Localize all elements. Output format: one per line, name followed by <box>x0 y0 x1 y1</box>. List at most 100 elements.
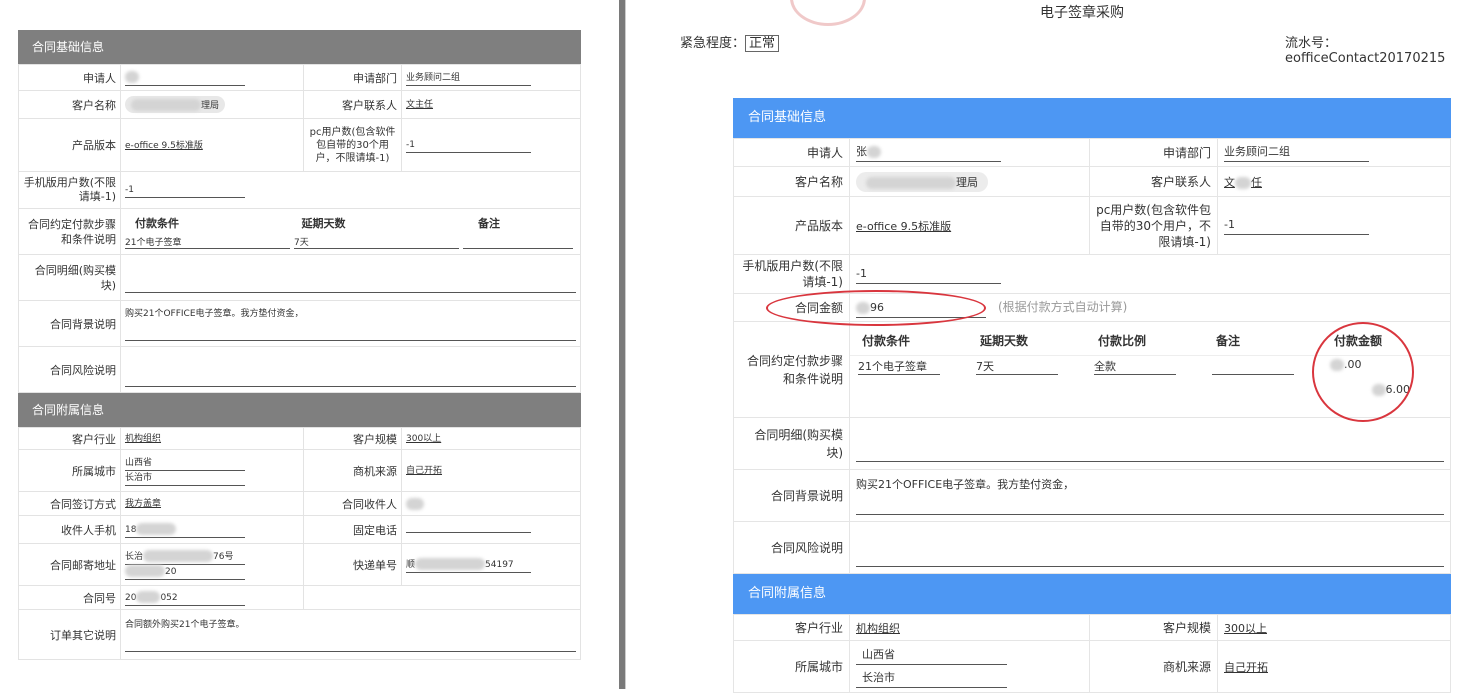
r-applicant-field[interactable]: 张 <box>856 143 1001 162</box>
right-attach-info-header: 合同附属信息 <box>733 574 1451 614</box>
left-attach-info-header: 合同附属信息 <box>18 393 581 427</box>
r-version-label: 产品版本 <box>733 196 850 255</box>
tel-field[interactable] <box>406 532 531 533</box>
r-scale-link[interactable]: 300以上 <box>1224 622 1267 635</box>
mobile-users-label: 手机版用户数(不限请填-1) <box>18 171 121 209</box>
urgency-badge[interactable]: 正常 <box>745 35 780 52</box>
r-contact-link[interactable]: 文任 <box>1224 176 1262 189</box>
left-basic-info-header: 合同基础信息 <box>18 30 581 64</box>
right-window-margin <box>625 0 666 689</box>
serial-label: 流水号： <box>1285 36 1338 51</box>
r-source-link[interactable]: 自己开拓 <box>1224 661 1268 674</box>
phone-field[interactable]: 18 <box>125 523 245 538</box>
pay-days-field[interactable]: 7天 <box>294 235 459 249</box>
r-pay-header-condition: 付款条件 <box>862 334 911 348</box>
doc-title: 电子签章采购 <box>1040 5 1124 21</box>
source-link[interactable]: 自己开拓 <box>406 464 442 478</box>
dept-field[interactable]: 业务顾问二组 <box>406 71 531 86</box>
r-city-label: 所属城市 <box>733 640 850 693</box>
r-risk-label: 合同风险说明 <box>733 521 850 574</box>
left-basic-info-table: 申请人 申请部门 业务顾问二组 客户名称 理局 客户联系人 文主任 产品版本 e… <box>18 64 581 393</box>
pay-header-note: 备注 <box>478 216 501 230</box>
r-pay-ratio-field[interactable]: 全款 <box>1094 358 1176 375</box>
serial-number: 流水号：eofficeContact20170215 <box>1285 32 1469 66</box>
pay-note-field[interactable] <box>463 235 573 249</box>
r-pc-users-field[interactable]: -1 <box>1224 216 1369 235</box>
sign-method-label: 合同签订方式 <box>18 491 121 516</box>
r-detail-field[interactable] <box>856 425 1444 462</box>
r-version-link[interactable]: e-office 9.5标准版 <box>856 220 951 233</box>
r-background-label: 合同背景说明 <box>733 469 850 522</box>
express-field[interactable]: 顺 54197 <box>406 558 531 573</box>
background-label: 合同背景说明 <box>18 300 121 347</box>
amount-annotation-circle <box>766 290 986 326</box>
r-applicant-label: 申请人 <box>733 138 850 167</box>
left-attach-info-table: 客户行业 机构组织 客户规模 300以上 所属城市 山西省 长治市 商机来源 自… <box>18 427 581 660</box>
r-industry-label: 客户行业 <box>733 614 850 641</box>
r-mobile-users-label: 手机版用户数(不限请填-1) <box>733 254 850 294</box>
mobile-users-field[interactable]: -1 <box>125 183 245 198</box>
address-line1[interactable]: 长治 76号 <box>125 550 245 565</box>
serial-value: eofficeContact20170215 <box>1285 51 1446 66</box>
pc-users-field[interactable]: -1 <box>406 138 531 153</box>
r-pay-header-note: 备注 <box>1216 334 1241 348</box>
urgency-label: 紧急程度： <box>680 36 746 51</box>
detail-label: 合同明细(购买模块) <box>18 254 121 301</box>
contract-no-field[interactable]: 20 052 <box>125 591 245 606</box>
urgency: 紧急程度： 正常 <box>680 32 780 52</box>
seal-stamp-image <box>790 0 866 26</box>
pay-steps-label: 合同约定付款步骤和条件说明 <box>18 208 121 255</box>
r-industry-link[interactable]: 机构组织 <box>856 622 900 635</box>
r-dept-field[interactable]: 业务顾问二组 <box>1224 143 1369 162</box>
risk-label: 合同风险说明 <box>18 346 121 393</box>
r-pc-users-label: pc用户数(包含软件包自带的30个用户，不限请填-1) <box>1089 196 1218 255</box>
customer-label: 客户名称 <box>18 90 121 119</box>
contract-no-label: 合同号 <box>18 585 121 610</box>
r-pay-days-field[interactable]: 7天 <box>976 358 1058 375</box>
r-city-field[interactable]: 长治市 <box>856 669 1007 688</box>
version-label: 产品版本 <box>18 118 121 172</box>
r-pay-condition-field[interactable]: 21个电子签章 <box>858 358 940 375</box>
background-field[interactable]: 购买21个OFFICE电子签章。我方垫付资金， <box>125 306 576 341</box>
r-detail-label: 合同明细(购买模块) <box>733 417 850 470</box>
r-contact-label: 客户联系人 <box>1089 166 1218 197</box>
applicant-field[interactable] <box>125 71 245 86</box>
r-scale-label: 客户规模 <box>1089 614 1218 641</box>
receiver-label: 合同收件人 <box>303 491 402 516</box>
sign-method-link[interactable]: 我方盖章 <box>125 497 161 511</box>
address-label: 合同邮寄地址 <box>18 543 121 586</box>
pay-header-condition: 付款条件 <box>135 216 179 230</box>
detail-field[interactable] <box>125 262 576 293</box>
other-field[interactable]: 合同额外购买21个电子签章。 <box>125 617 576 652</box>
express-label: 快递单号 <box>303 543 402 586</box>
r-customer-field[interactable]: 理局 <box>856 171 988 192</box>
pay-condition-field[interactable]: 21个电子签章 <box>125 235 290 249</box>
r-mobile-users-field[interactable]: -1 <box>856 265 1001 284</box>
r-risk-field[interactable] <box>856 528 1444 567</box>
pc-users-label: pc用户数(包含软件包自带的30个用户，不限请填-1) <box>303 118 402 172</box>
r-background-field[interactable]: 购买21个OFFICE电子签章。我方垫付资金， <box>856 476 1444 515</box>
receiver-field[interactable] <box>406 497 424 511</box>
version-link[interactable]: e-office 9.5标准版 <box>125 139 203 153</box>
right-attach-info-table: 客户行业 机构组织 客户规模 300以上 所属城市 山西省 长治市 商机来源 自… <box>733 614 1451 693</box>
pay-amount-annotation-circle <box>1312 322 1414 422</box>
city-label: 所属城市 <box>18 449 121 492</box>
left-contract-form: 合同基础信息 申请人 申请部门 业务顾问二组 客户名称 理局 客户联系人 文主任… <box>18 30 581 660</box>
r-pay-header-days: 延期天数 <box>980 334 1029 348</box>
dept-label: 申请部门 <box>303 64 402 91</box>
r-pay-note-field[interactable] <box>1212 358 1294 375</box>
r-dept-label: 申请部门 <box>1089 138 1218 167</box>
industry-link[interactable]: 机构组织 <box>125 432 161 446</box>
r-province-field[interactable]: 山西省 <box>856 646 1007 665</box>
province-field[interactable]: 山西省 <box>125 456 245 471</box>
industry-label: 客户行业 <box>18 427 121 450</box>
address-line2[interactable]: 20 <box>125 565 245 580</box>
city-field[interactable]: 长治市 <box>125 471 245 486</box>
customer-field[interactable]: 理局 <box>125 95 226 114</box>
r-pay-header-ratio: 付款比例 <box>1098 334 1147 348</box>
contact-link[interactable]: 文主任 <box>406 98 433 112</box>
scale-link[interactable]: 300以上 <box>406 432 441 446</box>
risk-field[interactable] <box>125 352 576 387</box>
r-pay-steps-label: 合同约定付款步骤和条件说明 <box>733 321 850 418</box>
contact-label: 客户联系人 <box>303 90 402 119</box>
